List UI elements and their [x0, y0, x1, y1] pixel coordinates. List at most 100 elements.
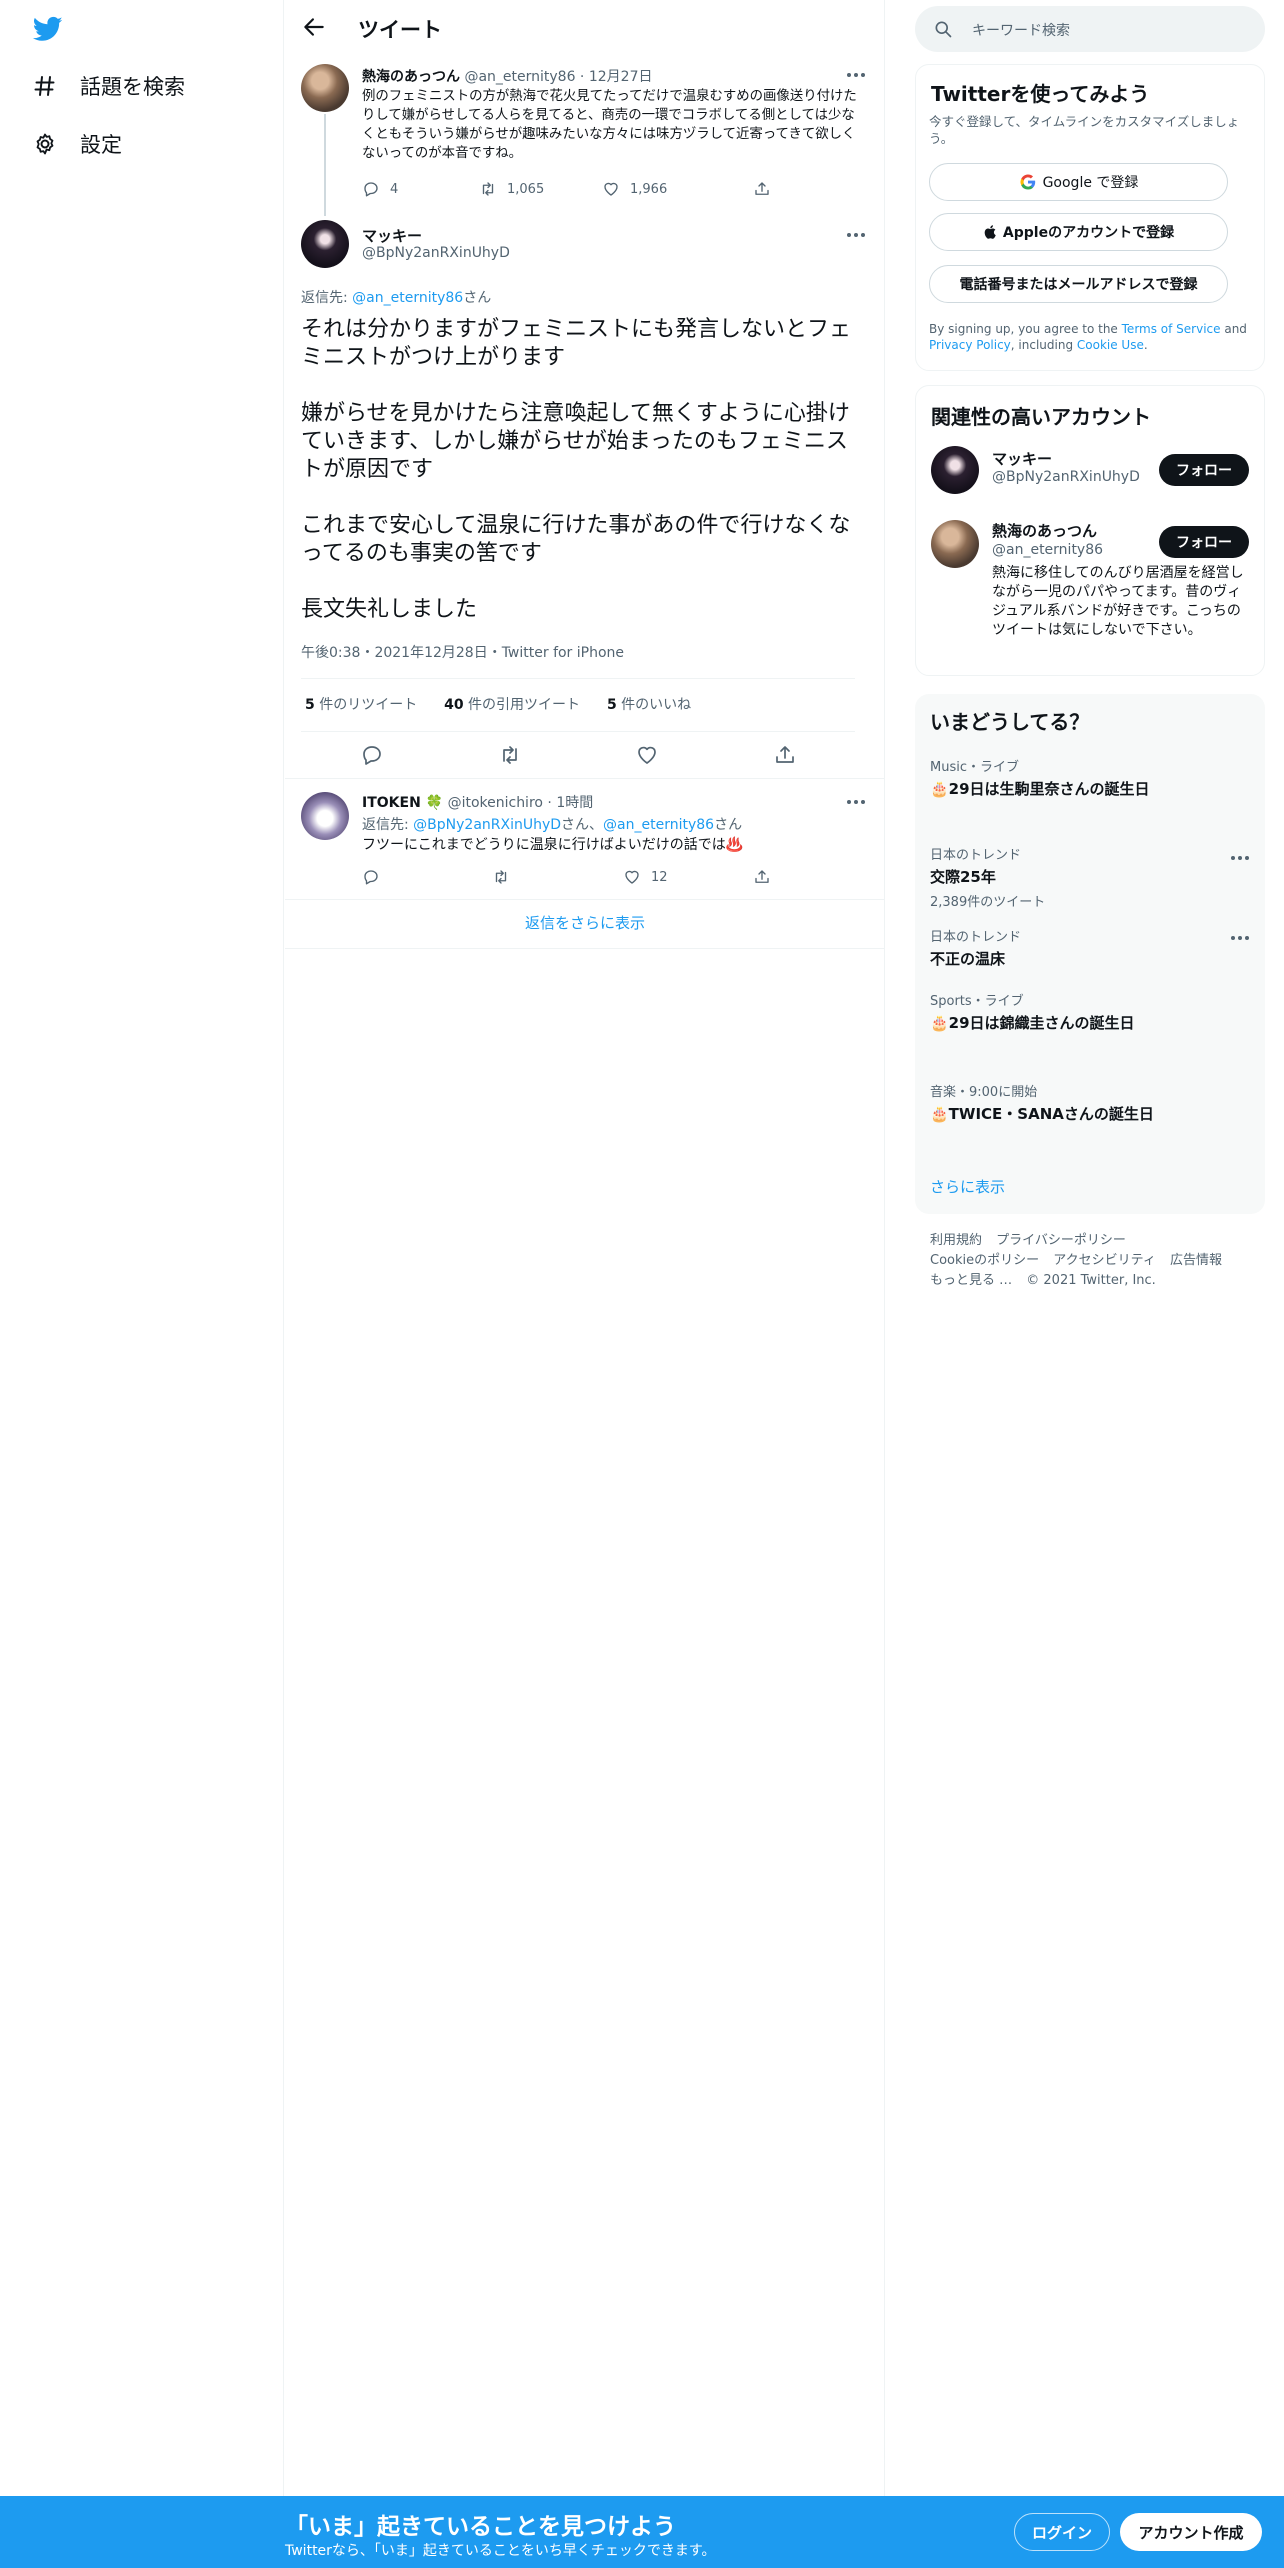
share-icon[interactable]: [773, 743, 797, 767]
trend-meta: Sports・ライブ: [930, 994, 1024, 1009]
cookie-use-link[interactable]: Cookie Use: [1077, 338, 1144, 352]
footer-link[interactable]: Cookieのポリシー: [930, 1253, 1039, 1268]
show-more-trends-link[interactable]: さらに表示: [930, 1176, 1005, 1197]
avatar[interactable]: [931, 520, 979, 568]
avatar[interactable]: [931, 446, 979, 494]
trend-name: 🎂29日は生駒里奈さんの誕生日: [930, 780, 1150, 798]
nav-explore-label: 話題を検索: [80, 75, 185, 99]
arrow-left-icon[interactable]: [301, 14, 327, 40]
reply-to-link[interactable]: @BpNy2anRXinUhyD: [413, 817, 561, 833]
apple-signup-button[interactable]: Appleのアカウントで登録: [929, 213, 1228, 251]
tweet-time[interactable]: 1時間: [556, 795, 593, 811]
footer-more-link[interactable]: もっと見る …: [930, 1273, 1012, 1288]
reply-to-link[interactable]: @an_eternity86: [352, 290, 463, 306]
tweet-paragraph: 嫌がらせを見かけたら注意喚起して無くすように心掛けていきます、しかし嫌がらせが始…: [301, 401, 850, 482]
show-more-replies-link[interactable]: 返信をさらに表示: [285, 912, 885, 933]
avatar[interactable]: [301, 64, 349, 112]
tweet-date[interactable]: 12月27日: [589, 69, 653, 85]
tweet-stats: 5 件のリツイート 40 件の引用ツイート 5 件のいいね: [305, 694, 691, 714]
share-icon: [755, 870, 769, 883]
reply-suffix: さん: [714, 817, 743, 833]
retweet-icon: [495, 870, 507, 884]
footer-link[interactable]: 広告情報: [1170, 1253, 1222, 1268]
trend-name: 不正の温床: [930, 950, 1006, 968]
nav-settings[interactable]: 設定: [30, 129, 122, 159]
create-account-button[interactable]: アカウント作成: [1120, 2513, 1262, 2551]
tweet-actions: 4 1,065 1,966: [362, 180, 862, 200]
share-button[interactable]: [753, 868, 781, 886]
like-stat-count: 5: [606, 697, 617, 713]
reply-mid: さん、: [561, 817, 604, 833]
retweet-icon[interactable]: [498, 743, 522, 767]
retweet-count: 1,065: [507, 181, 545, 197]
nav-explore[interactable]: 話題を検索: [30, 71, 185, 101]
trend-name: 🎂29日は錦織圭さんの誕生日: [930, 1014, 1135, 1032]
account-handle[interactable]: @BpNy2anRXinUhyD: [992, 469, 1140, 485]
signup-bottom-bar: 「いま」起きていることを見つけよう Twitterなら、「いま」起きていることを…: [0, 2496, 1284, 2568]
follow-button[interactable]: フォロー: [1159, 454, 1249, 486]
footer-link[interactable]: 利用規約: [930, 1233, 982, 1248]
author-handle[interactable]: @itokenichiro: [448, 795, 543, 811]
more-icon[interactable]: [1231, 853, 1255, 863]
signup-card: Twitterを使ってみよう 今すぐ登録して、タイムラインをカスタマイズしましょ…: [915, 64, 1265, 371]
account-name[interactable]: マッキー: [992, 448, 1052, 469]
search-bar[interactable]: キーワード検索: [915, 6, 1265, 52]
more-icon[interactable]: [847, 70, 871, 80]
account-bio: 熱海に移住してのんびり居酒屋を経営しながら一児のパパやってます。昔のヴィジュアル…: [992, 565, 1244, 638]
author-name[interactable]: ITOKEN 🍀: [362, 795, 443, 811]
author-name[interactable]: マッキー: [362, 225, 422, 246]
related-accounts-card: 関連性の高いアカウント マッキー @BpNy2anRXinUhyD フォロー 熱…: [915, 385, 1265, 676]
account-handle[interactable]: @an_eternity86: [992, 542, 1103, 558]
share-button[interactable]: [753, 180, 781, 198]
tweet-paragraph: 長文失礼しました: [301, 597, 478, 622]
footer-link[interactable]: アクセシビリティ: [1053, 1253, 1156, 1268]
phone-email-signup-button[interactable]: 電話番号またはメールアドレスで登録: [929, 265, 1228, 303]
retweet-stat[interactable]: 5 件のリツイート: [305, 697, 417, 713]
google-signup-label: Google で登録: [1042, 175, 1139, 191]
signup-terms: By signing up, you agree to the Terms of…: [929, 321, 1249, 353]
divider: [285, 778, 885, 779]
more-icon[interactable]: [1231, 933, 1255, 943]
follow-button[interactable]: フォロー: [1159, 526, 1249, 558]
trends-card: いまどうしてる？ Music・ライブ 🎂29日は生駒里奈さんの誕生日 日本のトレ…: [915, 694, 1265, 1214]
avatar[interactable]: [301, 792, 349, 840]
reply-icon[interactable]: [360, 743, 384, 767]
trend-item[interactable]: 音楽・9:00に開始 🎂TWICE・SANAさんの誕生日: [930, 1081, 1250, 1124]
reply-button[interactable]: [362, 868, 390, 886]
reply-to-link[interactable]: @an_eternity86: [603, 817, 714, 833]
more-icon[interactable]: [847, 230, 871, 240]
trend-item[interactable]: Sports・ライブ 🎂29日は錦織圭さんの誕生日: [930, 990, 1250, 1033]
retweet-button[interactable]: 1,065: [479, 180, 544, 198]
terms-text: , including: [1010, 338, 1077, 352]
footer-link[interactable]: プライバシーポリシー: [996, 1233, 1126, 1248]
reply-suffix: さん: [463, 290, 492, 306]
author-handle[interactable]: @an_eternity86: [464, 69, 575, 85]
retweet-button[interactable]: [492, 868, 520, 886]
apple-icon: [984, 225, 996, 239]
terms-of-service-link[interactable]: Terms of Service: [1122, 322, 1221, 336]
apple-signup-label: Appleのアカウントで登録: [1002, 225, 1175, 241]
like-button[interactable]: 1,966: [602, 180, 667, 198]
tweet-header: 熱海のあっつん @an_eternity86 · 12月27日: [362, 66, 652, 86]
account-name[interactable]: 熱海のあっつん: [992, 520, 1097, 541]
header: ツイート: [285, 0, 885, 54]
avatar[interactable]: [301, 220, 349, 268]
author-name[interactable]: 熱海のあっつん: [362, 69, 460, 85]
twitter-bird-icon[interactable]: [30, 14, 66, 44]
trend-item[interactable]: 日本のトレンド 不正の温床: [930, 926, 1250, 969]
login-button[interactable]: ログイン: [1014, 2513, 1110, 2551]
heart-icon[interactable]: [635, 743, 659, 767]
like-button[interactable]: 12: [623, 868, 668, 886]
share-icon: [755, 182, 769, 195]
google-signup-button[interactable]: Google で登録: [929, 163, 1228, 201]
more-icon[interactable]: [847, 797, 871, 807]
author-handle[interactable]: @BpNy2anRXinUhyD: [362, 245, 510, 261]
privacy-policy-link[interactable]: Privacy Policy: [929, 338, 1011, 352]
reply-button[interactable]: 4: [362, 180, 398, 198]
tweet-timestamp[interactable]: 午後0:38・2021年12月28日・Twitter for iPhone: [301, 642, 624, 662]
like-stat[interactable]: 5 件のいいね: [607, 697, 691, 713]
tweet-paragraph: それは分かりますがフェミニストにも発言しないとフェミニストがつけ上がります: [301, 317, 852, 370]
quote-stat[interactable]: 40 件の引用ツイート: [444, 697, 580, 713]
trend-item[interactable]: 日本のトレンド 交際25年 2,389件のツイート: [930, 844, 1250, 910]
trend-item[interactable]: Music・ライブ 🎂29日は生駒里奈さんの誕生日: [930, 756, 1250, 799]
